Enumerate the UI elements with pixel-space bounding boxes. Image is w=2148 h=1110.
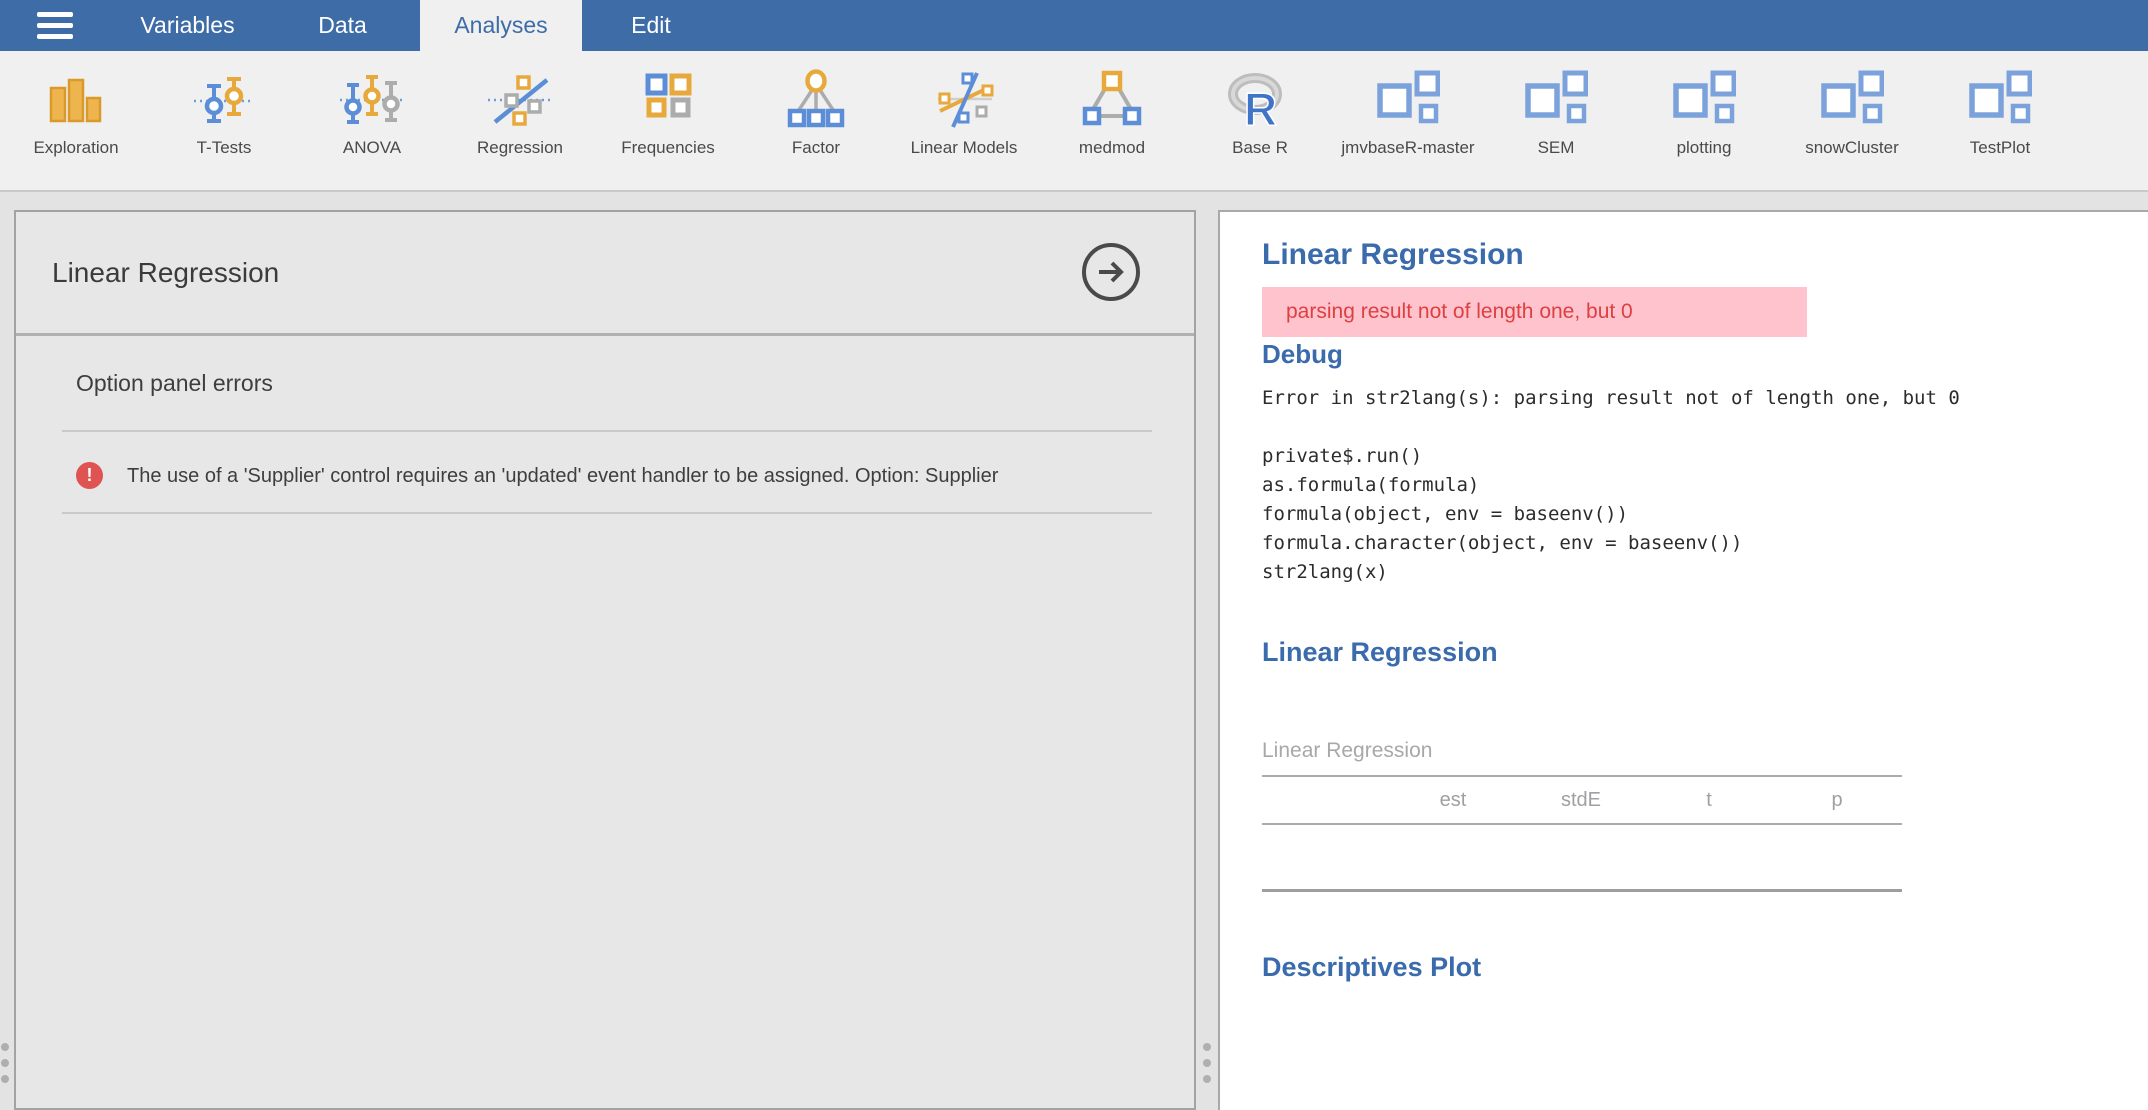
module-icon (1820, 69, 1884, 133)
collapse-options-button[interactable] (1082, 243, 1140, 301)
options-panel-title: Linear Regression (52, 257, 279, 289)
tab-data[interactable]: Data (265, 0, 420, 51)
divider (62, 430, 1152, 432)
results-table: Linear Regression est stdE t p (1262, 739, 1902, 892)
results-table-empty-body (1262, 825, 1902, 892)
option-errors-heading: Option panel errors (76, 370, 1152, 397)
regression-icon (488, 69, 552, 133)
ribbon-item-label: snowCluster (1805, 138, 1899, 158)
frequencies-icon (636, 69, 700, 133)
linear-models-icon (932, 69, 996, 133)
ribbon-item-label: T-Tests (197, 138, 252, 158)
ribbon-item-label: ANOVA (343, 138, 401, 158)
ribbon-item-label: medmod (1079, 138, 1145, 158)
base-r-icon: R (1228, 69, 1292, 133)
main-content: Linear Regression Option panel errors ! … (0, 192, 2148, 1076)
svg-text:R: R (1244, 83, 1277, 133)
right-arrow-icon (1095, 256, 1127, 288)
options-panel-body: Option panel errors ! The use of a 'Supp… (16, 336, 1194, 514)
module-icon (1672, 69, 1736, 133)
tab-variables[interactable]: Variables (110, 0, 265, 51)
results-table-title: Linear Regression (1262, 739, 1902, 763)
debug-traceback: Error in str2lang(s): parsing result not… (1262, 384, 2148, 587)
medmod-icon (1080, 69, 1144, 133)
ribbon-item-snowcluster[interactable]: snowCluster (1778, 51, 1926, 190)
ribbon-item-exploration[interactable]: Exploration (2, 51, 150, 190)
debug-heading: Debug (1262, 339, 2148, 370)
error-icon: ! (76, 462, 103, 489)
results-table-column-t: t (1645, 789, 1773, 812)
left-edge-splitter-handle[interactable] (1, 1043, 9, 1083)
module-icon (1968, 69, 2032, 133)
results-table-column-p: p (1773, 789, 1901, 812)
ribbon-item-label: jmvbaseR-master (1341, 138, 1474, 158)
tab-analyses[interactable]: Analyses (420, 0, 582, 51)
results-error-text: parsing result not of length one, but 0 (1286, 300, 1633, 324)
ribbon-item-label: Frequencies (621, 138, 715, 158)
drag-dots-icon (1203, 1043, 1211, 1051)
ribbon-item-sem[interactable]: SEM (1482, 51, 1630, 190)
results-table-column-stde: stdE (1517, 789, 1645, 812)
t-tests-icon (192, 69, 256, 133)
ribbon-item-label: Factor (792, 138, 840, 158)
results-table-header-row: est stdE t p (1262, 777, 1902, 825)
bar-chart-icon (44, 69, 108, 133)
ribbon-item-jmvbaser-master[interactable]: jmvbaseR-master (1334, 51, 1482, 190)
ribbon-item-label: SEM (1538, 138, 1575, 158)
debug-line (1262, 413, 2148, 442)
ribbon-item-frequencies[interactable]: Frequencies (594, 51, 742, 190)
ribbon-item-regression[interactable]: Regression (446, 51, 594, 190)
ribbon-item-label: TestPlot (1970, 138, 2030, 158)
factor-icon (784, 69, 848, 133)
option-error-item: ! The use of a 'Supplier' control requir… (76, 458, 1152, 494)
ribbon-item-linear-models[interactable]: Linear Models (890, 51, 1038, 190)
option-error-message: The use of a 'Supplier' control requires… (127, 458, 1077, 494)
ribbon-item-testplot[interactable]: TestPlot (1926, 51, 2074, 190)
debug-line: str2lang(x) (1262, 558, 2148, 587)
ribbon-item-label: Linear Models (911, 138, 1018, 158)
results-table-column-est: est (1389, 789, 1517, 812)
tab-edit[interactable]: Edit (582, 0, 720, 51)
anova-icon (340, 69, 404, 133)
debug-line: Error in str2lang(s): parsing result not… (1262, 384, 2148, 413)
options-panel-header: Linear Regression (16, 212, 1194, 336)
divider (62, 512, 1152, 514)
hamburger-icon (37, 12, 73, 17)
analyses-ribbon: Exploration T-Tests (0, 51, 2148, 192)
ribbon-item-label: Regression (477, 138, 563, 158)
module-icon (1376, 69, 1440, 133)
debug-line: as.formula(formula) (1262, 471, 2148, 500)
ribbon-item-medmod[interactable]: medmod (1038, 51, 1186, 190)
ribbon-item-label: Base R (1232, 138, 1288, 158)
analysis-options-panel: Linear Regression Option panel errors ! … (14, 210, 1196, 1110)
drag-dots-icon (1, 1043, 9, 1051)
ribbon-item-base-r[interactable]: R Base R (1186, 51, 1334, 190)
results-panel: Linear Regression parsing result not of … (1218, 210, 2148, 1110)
module-icon (1524, 69, 1588, 133)
descriptives-plot-heading: Descriptives Plot (1262, 952, 2148, 983)
hamburger-menu-button[interactable] (0, 0, 110, 51)
debug-line: formula(object, env = baseenv()) (1262, 500, 2148, 529)
debug-line: formula.character(object, env = baseenv(… (1262, 529, 2148, 558)
ribbon-item-plotting[interactable]: plotting (1630, 51, 1778, 190)
ribbon-item-label: plotting (1677, 138, 1732, 158)
results-section-heading: Linear Regression (1262, 637, 2148, 668)
ribbon-item-anova[interactable]: ANOVA (298, 51, 446, 190)
ribbon-item-label: Exploration (33, 138, 118, 158)
panel-splitter-handle[interactable] (1203, 1043, 1211, 1083)
ribbon-item-factor[interactable]: Factor (742, 51, 890, 190)
results-main-heading: Linear Regression (1262, 238, 2148, 272)
results-table-grid: est stdE t p (1262, 775, 1902, 892)
top-navbar: Variables Data Analyses Edit (0, 0, 2148, 51)
results-error-banner: parsing result not of length one, but 0 (1262, 287, 1807, 337)
ribbon-item-t-tests[interactable]: T-Tests (150, 51, 298, 190)
debug-line: private$.run() (1262, 442, 2148, 471)
